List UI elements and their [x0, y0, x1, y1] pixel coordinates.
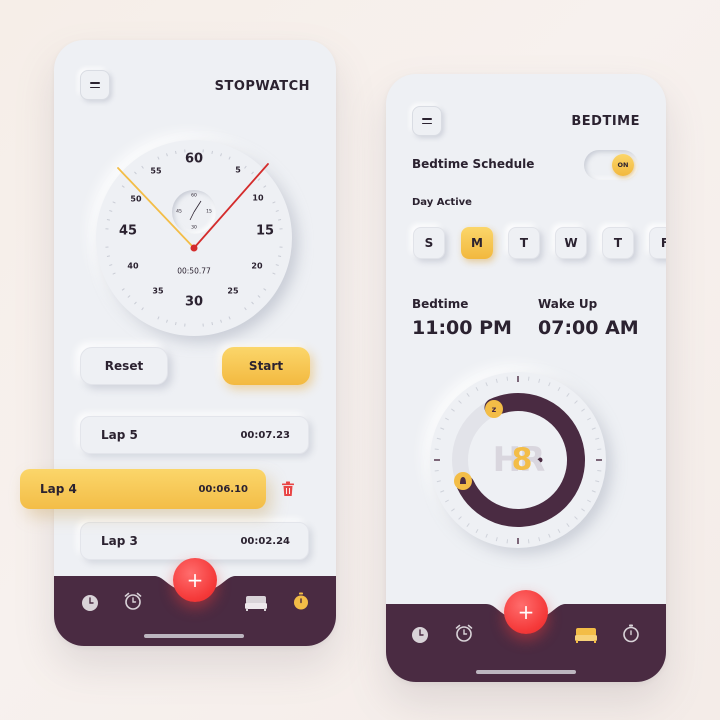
lap-row-5[interactable]: Lap 5 00:07.23 [80, 416, 309, 454]
lap-time: 00:06.10 [198, 483, 248, 495]
stopwatch-screen: STOPWATCH 60 15 30 45 5 10 20 25 35 40 5… [54, 40, 336, 646]
menu-icon [90, 81, 100, 84]
menu-button[interactable] [80, 70, 110, 100]
lap-name: Lap 4 [40, 482, 77, 496]
clock-icon[interactable] [80, 593, 100, 613]
wakeup-value[interactable]: 07:00 AM [538, 317, 639, 339]
lap-name: Lap 5 [101, 428, 138, 442]
stopwatch-icon[interactable] [291, 591, 311, 611]
svg-text:z: z [492, 405, 497, 414]
home-indicator [476, 670, 576, 674]
clock-icon[interactable] [410, 625, 430, 645]
alarm-icon[interactable] [123, 591, 143, 611]
bedtime-screen: BEDTIME Bedtime Schedule ON Day Active S… [386, 74, 666, 682]
reset-button[interactable]: Reset [80, 347, 168, 385]
lap-time: 00:02.24 [240, 535, 290, 547]
bed-icon[interactable] [244, 593, 268, 613]
sleep-duration-dial: HR 8 z [430, 372, 606, 548]
page-title: STOPWATCH [214, 79, 310, 94]
lap-row-3[interactable]: Lap 3 00:02.24 [80, 522, 309, 560]
day-button-wednesday[interactable]: W [555, 227, 587, 259]
bedtime-label: Bedtime [412, 297, 469, 311]
stopwatch-icon[interactable] [621, 623, 641, 643]
day-button-friday[interactable]: F [649, 227, 666, 259]
day-button-thursday[interactable]: T [602, 227, 634, 259]
bed-icon[interactable] [574, 625, 598, 645]
bedtime-value[interactable]: 11:00 PM [412, 317, 512, 339]
day-active-label: Day Active [412, 197, 472, 208]
bedtime-schedule-toggle[interactable]: ON [584, 150, 638, 180]
alarm-icon[interactable] [454, 623, 474, 643]
menu-button[interactable] [412, 106, 442, 136]
bedtime-schedule-label: Bedtime Schedule [412, 157, 535, 171]
toggle-knob: ON [612, 154, 634, 176]
day-button-monday[interactable]: M [461, 227, 493, 259]
day-button-sunday[interactable]: S [413, 227, 445, 259]
lap-row-4-active[interactable]: Lap 4 00:06.10 [20, 469, 266, 509]
add-alarm-button[interactable]: + [504, 590, 548, 634]
trash-icon[interactable] [281, 481, 295, 497]
menu-icon [422, 117, 432, 120]
stopwatch-hands [117, 163, 269, 252]
lap-name: Lap 3 [101, 534, 138, 548]
wakeup-label: Wake Up [538, 297, 598, 311]
stopwatch-dial: 60 15 30 45 5 10 20 25 35 40 50 55 60 15… [96, 140, 292, 336]
home-indicator [144, 634, 244, 638]
day-button-tuesday[interactable]: T [508, 227, 540, 259]
lap-time: 00:07.23 [240, 429, 290, 441]
add-lap-button[interactable]: + [173, 558, 217, 602]
page-title: BEDTIME [571, 114, 640, 129]
sleep-ring-handles: z [454, 400, 503, 490]
start-button[interactable]: Start [222, 347, 310, 385]
